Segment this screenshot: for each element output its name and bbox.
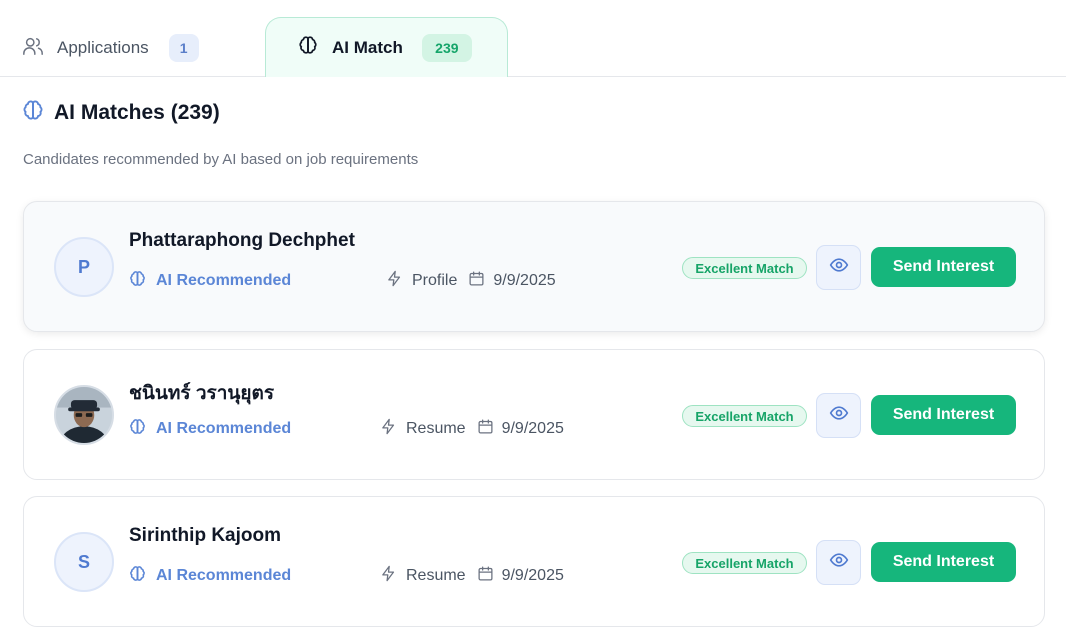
ai-recommended-tag: AI Recommended: [129, 270, 291, 292]
candidate-date: 9/9/2025: [501, 567, 564, 584]
tab-applications-label: Applications: [57, 38, 149, 57]
candidate-name: Phattaraphong Dechphet: [129, 230, 355, 251]
candidate-name: Sirinthip Kajoom: [129, 525, 281, 546]
applications-count-badge: 1: [168, 34, 199, 62]
calendar-icon: [468, 270, 485, 292]
ai-match-count-badge: 239: [421, 33, 472, 62]
lightning-icon: [386, 270, 403, 292]
send-interest-button[interactable]: Send Interest: [871, 542, 1016, 582]
match-badge: Excellent Match: [682, 405, 807, 427]
page-title: AI Matches (239): [54, 100, 220, 124]
ai-recommended-tag: AI Recommended: [129, 565, 291, 587]
avatar: P: [54, 237, 114, 297]
avatar-photo: [56, 387, 112, 443]
candidate-meta: Resume 9/9/2025: [380, 565, 564, 587]
calendar-icon: [477, 565, 494, 587]
ai-recommended-label: AI Recommended: [156, 272, 292, 289]
tab-bar: Applications 1 AI Match 239: [0, 0, 1066, 77]
candidate-name: ชนินทร์ วรานุยุตร: [129, 383, 275, 404]
brain-icon: [22, 99, 44, 126]
candidate-source: Profile: [412, 272, 458, 289]
match-badge: Excellent Match: [682, 257, 807, 279]
view-profile-button[interactable]: [816, 245, 861, 290]
lightning-icon: [380, 418, 397, 440]
tab-ai-match-label: AI Match: [332, 37, 403, 57]
eye-icon: [829, 403, 849, 428]
page-subtitle: Candidates recommended by AI based on jo…: [23, 151, 419, 168]
brain-icon: [129, 418, 146, 440]
candidate-source: Resume: [406, 420, 466, 437]
avatar: S: [54, 532, 114, 592]
tab-applications[interactable]: Applications 1: [22, 33, 199, 63]
lightning-icon: [380, 565, 397, 587]
brain-icon: [129, 270, 146, 292]
ai-recommended-label: AI Recommended: [156, 567, 292, 584]
candidate-date: 9/9/2025: [493, 272, 556, 289]
tab-ai-match[interactable]: AI Match 239: [265, 17, 508, 77]
candidate-meta: Resume 9/9/2025: [380, 418, 564, 440]
candidate-card[interactable]: P Phattaraphong Dechphet AI Recommended …: [23, 201, 1045, 332]
users-icon: [22, 35, 44, 62]
brain-icon: [129, 565, 146, 587]
brain-icon: [298, 35, 318, 60]
view-profile-button[interactable]: [816, 393, 861, 438]
match-badge: Excellent Match: [682, 552, 807, 574]
send-interest-button[interactable]: Send Interest: [871, 395, 1016, 435]
candidate-date: 9/9/2025: [501, 420, 564, 437]
eye-icon: [829, 255, 849, 280]
view-profile-button[interactable]: [816, 540, 861, 585]
ai-recommended-label: AI Recommended: [156, 420, 292, 437]
ai-recommended-tag: AI Recommended: [129, 418, 291, 440]
calendar-icon: [477, 418, 494, 440]
section-header: AI Matches (239): [22, 99, 220, 126]
candidate-meta: Profile 9/9/2025: [386, 270, 556, 292]
candidate-source: Resume: [406, 567, 466, 584]
candidate-card[interactable]: S Sirinthip Kajoom AI Recommended Resume…: [23, 496, 1045, 627]
candidate-card[interactable]: ชนินทร์ วรานุยุตร AI Recommended Resume …: [23, 349, 1045, 480]
eye-icon: [829, 550, 849, 575]
send-interest-button[interactable]: Send Interest: [871, 247, 1016, 287]
avatar: [54, 385, 114, 445]
